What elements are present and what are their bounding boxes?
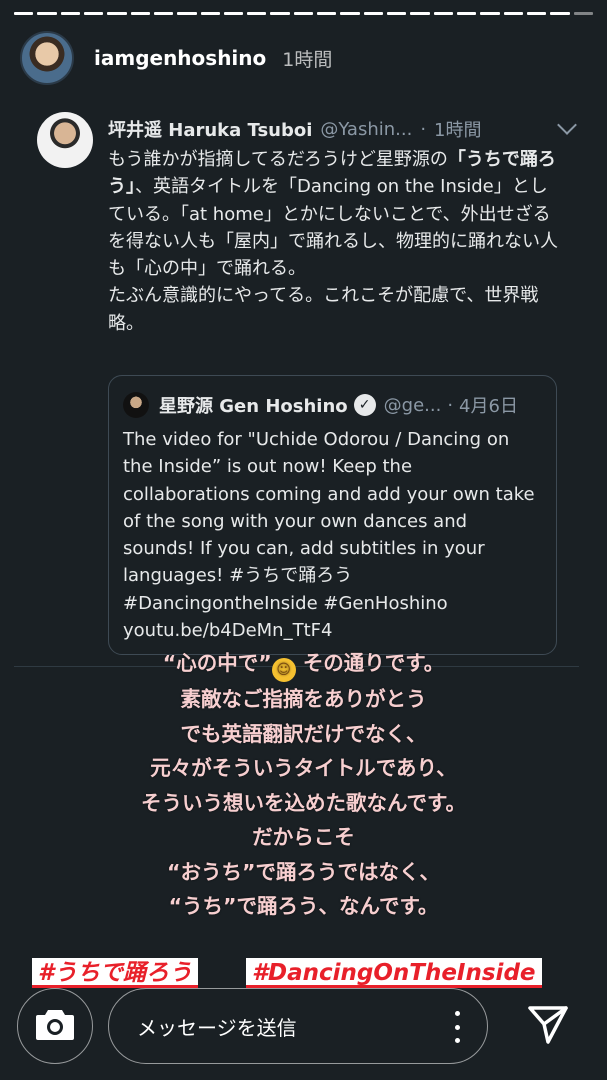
smiling-face-icon: ☺: [271, 658, 296, 682]
tweet-avatar: [37, 112, 93, 168]
progress-segment: [387, 12, 407, 15]
tweet-text-part2: 、英語タイトルを「Dancing on the Inside」としている。「at…: [108, 176, 558, 280]
progress-segment: [107, 12, 127, 15]
quoted-tweet-header: 星野源 Gen Hoshino ✓ @ge... · 4月6日: [123, 392, 544, 418]
caption-line-2: 素敵なご指摘をありがとう: [180, 687, 427, 711]
progress-segment: [223, 12, 244, 15]
quoted-tweet-avatar: [123, 392, 149, 418]
progress-segment: [456, 12, 477, 15]
caption-line-6: だからこそ: [252, 825, 355, 849]
progress-segment: [247, 12, 267, 15]
quoted-tweet-date: 4月6日: [459, 396, 518, 417]
story-username[interactable]: iamgenhoshino: [94, 46, 266, 70]
quoted-tweet: 星野源 Gen Hoshino ✓ @ge... · 4月6日 The vide…: [108, 375, 557, 655]
progress-segment: [433, 12, 453, 15]
camera-button[interactable]: [17, 988, 93, 1064]
progress-segment: [410, 12, 430, 15]
message-placeholder: メッセージを送信: [137, 1015, 297, 1040]
tweet-timestamp: 1時間: [434, 120, 482, 141]
quoted-tweet-handle: @ge...: [383, 394, 442, 416]
tweet-text-part1: もう誰かが指摘してるだろうけど星野源の: [108, 149, 448, 170]
progress-segment: [363, 12, 383, 15]
quoted-tweet-author-name: 星野源 Gen Hoshino: [159, 396, 348, 417]
send-icon: [526, 1002, 570, 1050]
progress-segment: [317, 12, 337, 15]
progress-segment: [340, 12, 360, 15]
story-avatar[interactable]: [20, 31, 74, 85]
send-button[interactable]: [518, 996, 578, 1056]
progress-segment: [480, 12, 500, 15]
embedded-tweet: 坪井遥 Haruka Tsuboi @Yashin... · 1時間 もう誰かが…: [24, 104, 584, 669]
progress-segment: [37, 12, 57, 15]
message-input[interactable]: メッセージを送信: [108, 988, 488, 1064]
progress-segment: [573, 12, 593, 15]
quoted-tweet-separator: ·: [447, 394, 454, 416]
story-progress-bar: [14, 12, 593, 16]
caption-line-3: でも英語翻訳だけでなく、: [180, 721, 427, 746]
tweet-body: もう誰かが指摘してるだろうけど星野源の「うちで踊ろう」、英語タイトルを「Danc…: [108, 146, 558, 337]
tweet-header: 坪井遥 Haruka Tsuboi @Yashin... · 1時間: [108, 115, 577, 142]
tweet-author-handle: @Yashin...: [320, 118, 413, 140]
verified-icon: ✓: [353, 394, 376, 416]
progress-segment: [177, 12, 197, 15]
progress-segment: [60, 12, 80, 15]
story-caption: “心の中で” ☺ その通りです。 素敵なご指摘をありがとう でも英語翻訳だけでなく…: [0, 646, 607, 924]
chevron-down-icon: [557, 115, 577, 135]
progress-segment: [550, 12, 570, 15]
progress-segment: [130, 12, 150, 15]
hashtag-sticker-uchide[interactable]: #うちで踊ろう: [32, 958, 199, 988]
progress-segment: [293, 12, 314, 15]
story-header: iamgenhoshino 1時間: [20, 30, 587, 86]
caption-line-1-b: その通りです。: [302, 651, 445, 675]
more-icon[interactable]: [453, 1011, 461, 1043]
progress-segment: [503, 12, 523, 15]
tweet-text-part3: たぶん意識的にやってる。これこそが配慮で、世界戦略。: [108, 285, 539, 334]
progress-segment: [153, 12, 174, 15]
hashtag-sticker-dancing[interactable]: #DancingOnTheInside: [246, 958, 542, 988]
story-timestamp: 1時間: [282, 48, 333, 71]
caption-line-8: “うち”で踊ろう、なんです。: [168, 894, 439, 918]
quoted-tweet-body: The video for "Uchide Odorou / Dancing o…: [123, 429, 535, 642]
caption-line-1-a: “心の中で”: [162, 651, 272, 675]
caption-line-1: “心の中で” ☺ その通りです。: [0, 646, 607, 682]
progress-segment: [270, 12, 290, 15]
progress-segment: [14, 12, 34, 15]
caption-line-5: そういう想いを込めた歌なんです。: [141, 790, 466, 815]
caption-line-4: 元々がそういうタイトルであり、: [150, 756, 457, 780]
tweet-separator: ·: [420, 118, 427, 140]
progress-segment: [526, 12, 547, 15]
progress-segment: [83, 12, 104, 15]
caption-line-7: “おうち”で踊ろうではなく、: [167, 859, 440, 884]
camera-icon: [35, 1007, 75, 1045]
progress-segment: [200, 12, 220, 15]
tweet-author-name: 坪井遥 Haruka Tsuboi: [108, 120, 313, 141]
